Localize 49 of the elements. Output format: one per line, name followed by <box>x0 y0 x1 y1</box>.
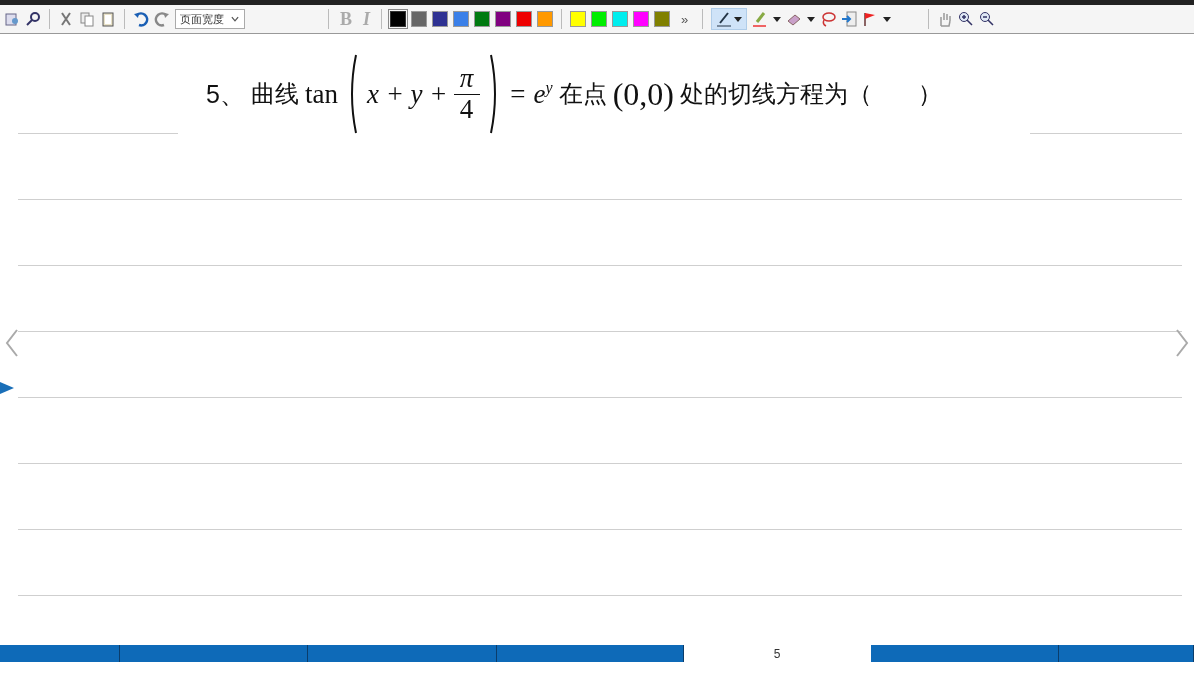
caret-icon[interactable] <box>883 15 892 23</box>
question-text: 曲线 <box>250 79 299 110</box>
color-swatch[interactable] <box>516 11 533 27</box>
lasso-icon[interactable] <box>820 11 837 27</box>
pen-tool-button[interactable] <box>711 8 748 30</box>
color-swatch[interactable] <box>495 11 512 27</box>
search-icon[interactable] <box>25 11 41 27</box>
clipboard-icon[interactable] <box>100 11 116 27</box>
zoom-select[interactable]: 页面宽度 <box>175 9 245 29</box>
color-swatch[interactable] <box>474 11 491 27</box>
color-swatch[interactable] <box>591 11 608 27</box>
redo-icon[interactable] <box>154 11 170 27</box>
caret-icon[interactable] <box>807 15 816 23</box>
next-page-icon[interactable] <box>1174 328 1190 358</box>
previous-page-icon[interactable] <box>4 328 20 358</box>
fraction-denominator: 4 <box>459 94 474 125</box>
math-expression: = e$^{y}$ <box>508 78 553 110</box>
color-swatch[interactable] <box>633 11 650 27</box>
question-text: 在点 <box>558 79 607 110</box>
question-text: 处的切线方程为（ <box>679 79 872 110</box>
insert-page-icon[interactable] <box>841 11 858 27</box>
point-coordinates: (0,0) <box>612 75 674 113</box>
more-button[interactable]: » <box>681 11 689 27</box>
color-swatch[interactable] <box>570 11 587 27</box>
question-number: 5、 <box>206 78 245 110</box>
color-swatch[interactable] <box>537 11 554 27</box>
scissors-icon[interactable] <box>58 11 74 27</box>
math-expression: x + y + <box>366 78 448 110</box>
color-swatch[interactable] <box>390 11 407 27</box>
question-text: ） <box>917 79 942 110</box>
copy-icon[interactable] <box>79 11 95 27</box>
pen-icon <box>716 11 733 27</box>
color-swatch[interactable] <box>654 11 671 27</box>
fraction-numerator: π <box>459 63 474 94</box>
chevron-down-icon <box>230 14 240 24</box>
color-swatch[interactable] <box>453 11 470 27</box>
print-preview-icon[interactable] <box>4 11 20 27</box>
pointer-arrow-icon <box>0 382 14 394</box>
caret-icon <box>734 15 743 23</box>
undo-icon[interactable] <box>133 11 149 27</box>
zoom-in-icon[interactable] <box>958 11 975 27</box>
caret-icon[interactable] <box>773 15 782 23</box>
page-number: 5 <box>773 646 781 661</box>
zoom-out-icon[interactable] <box>979 11 996 27</box>
color-swatch[interactable] <box>432 11 449 27</box>
color-swatch[interactable] <box>612 11 629 27</box>
function-name: tan <box>304 78 338 110</box>
right-parenthesis-icon <box>489 54 499 134</box>
color-swatch[interactable] <box>411 11 428 27</box>
